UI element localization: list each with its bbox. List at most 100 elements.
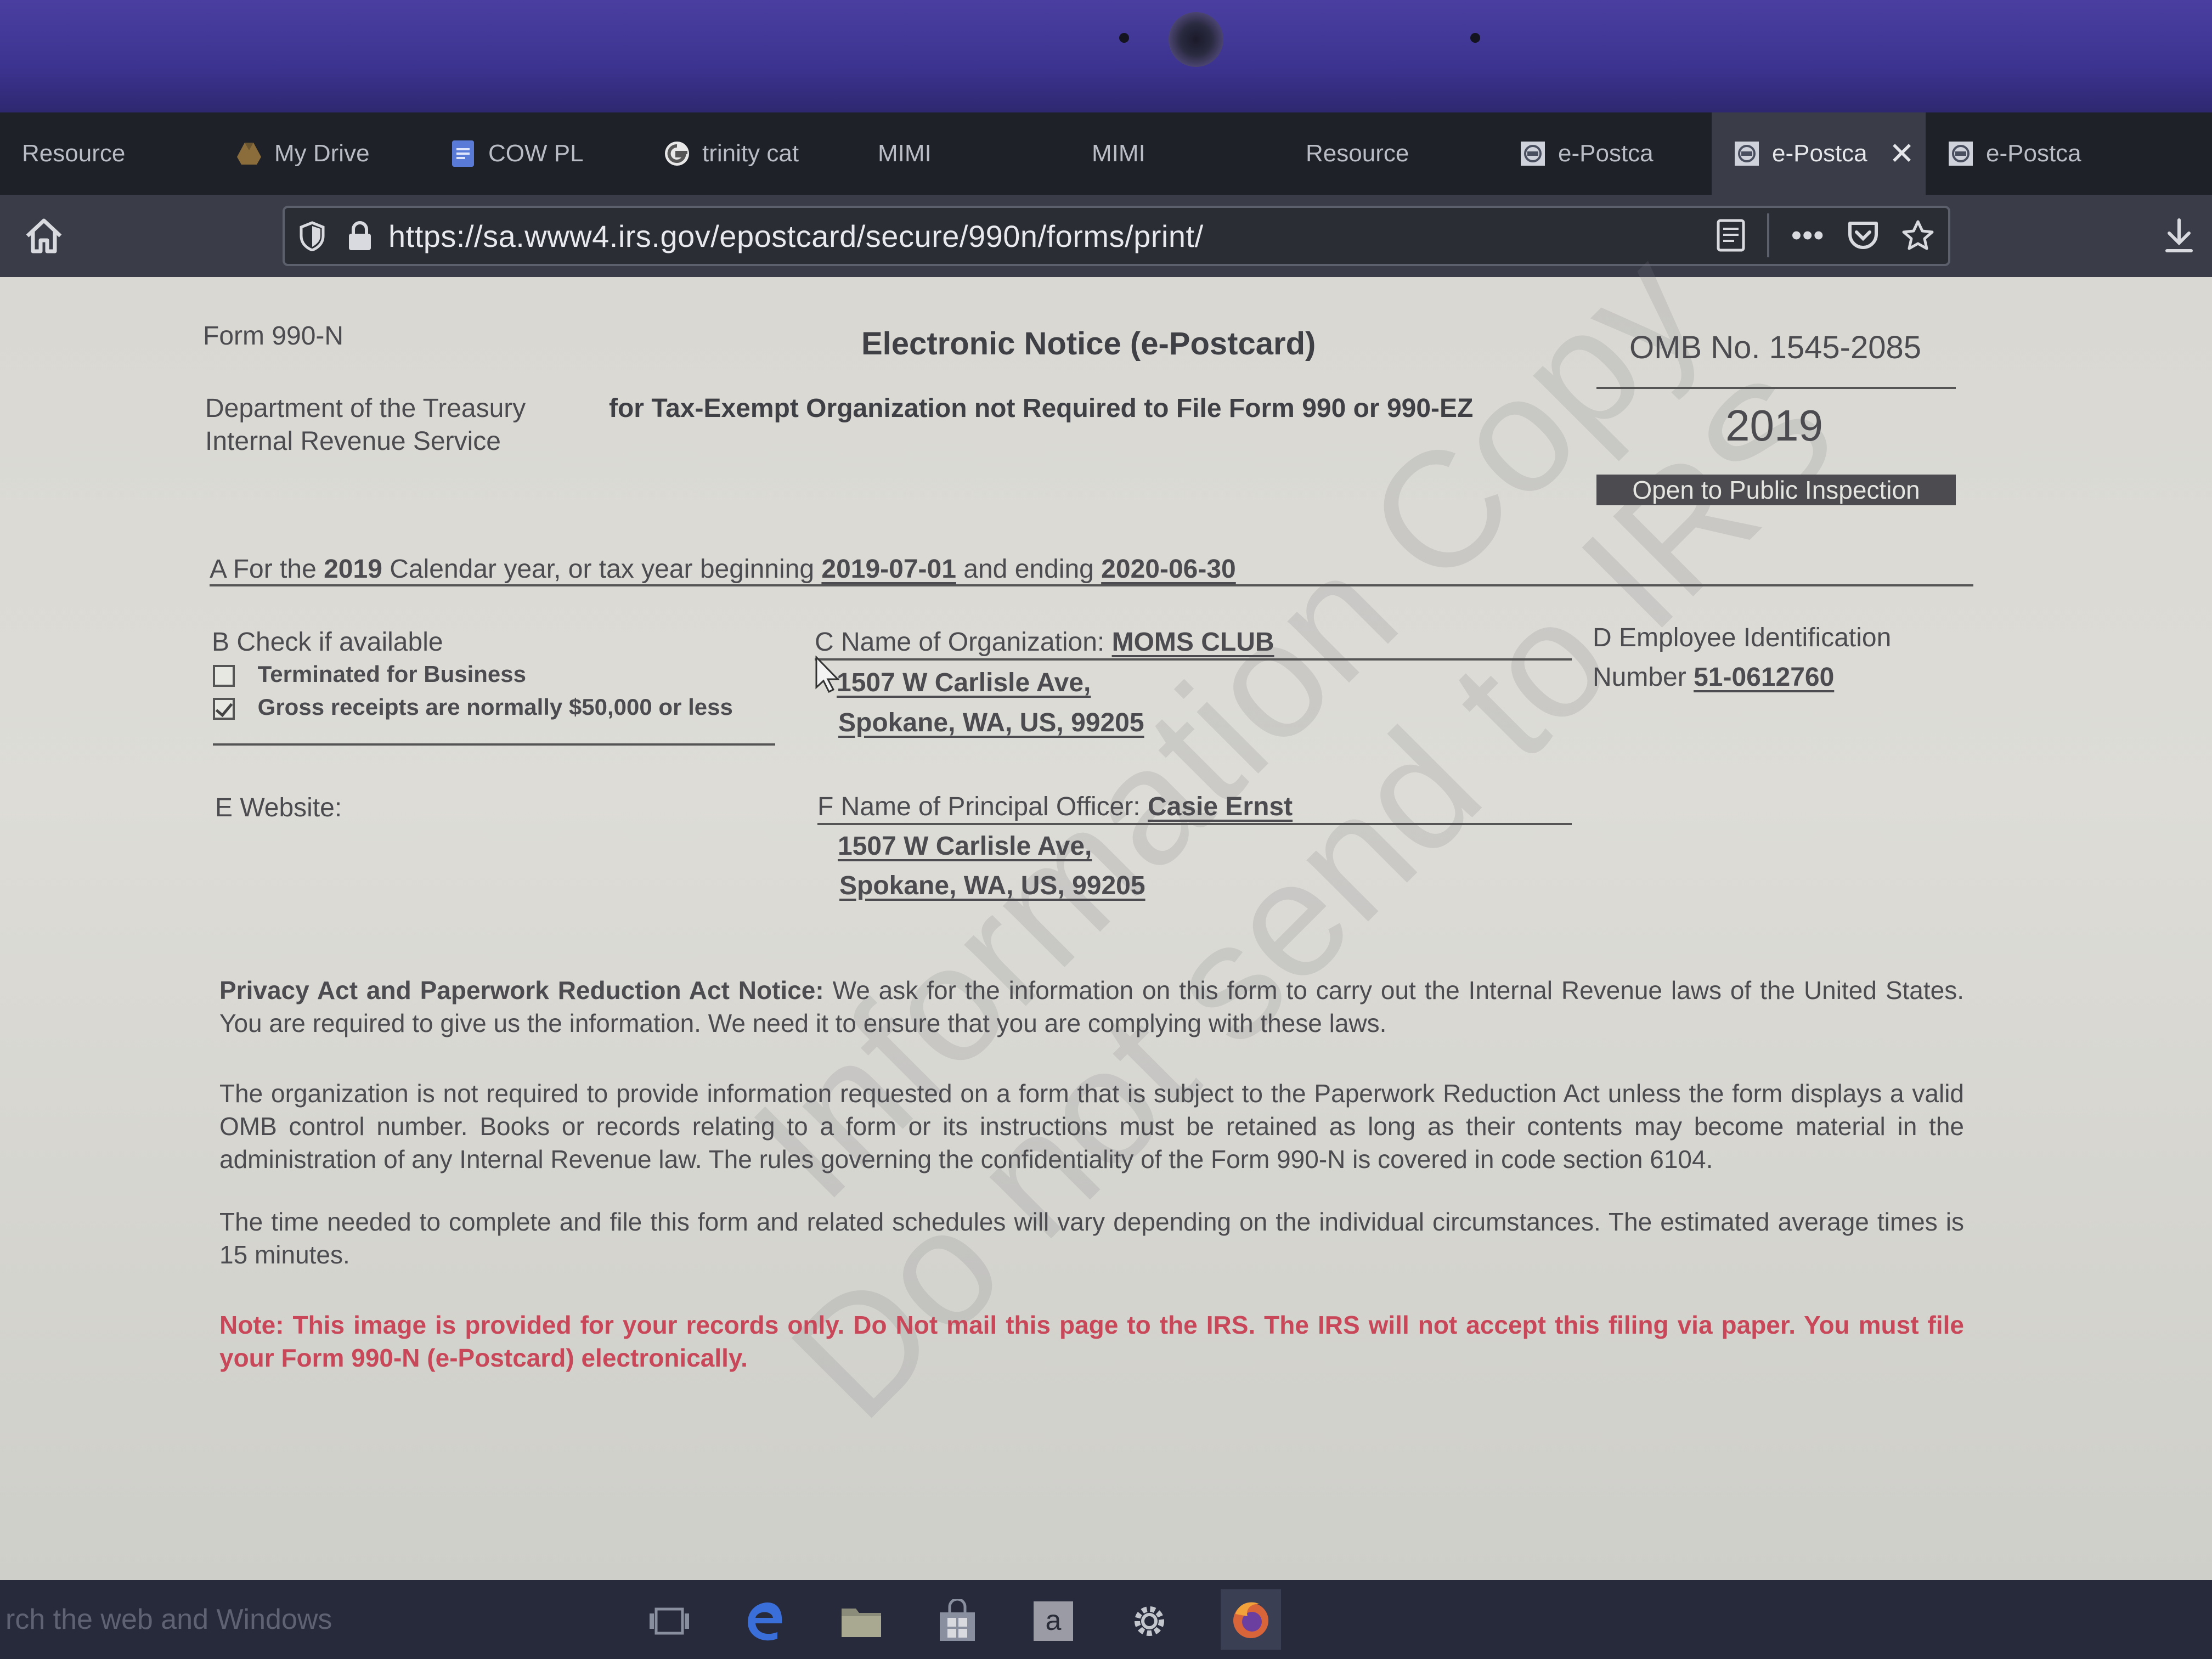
gross-receipts-checkbox[interactable] [213, 697, 235, 720]
navigation-toolbar: https://sa.www4.irs.gov/epostcard/secure… [0, 195, 2212, 277]
ein-row: Number 51-0612760 [1593, 662, 1834, 692]
google-docs-icon [450, 140, 476, 167]
section-d-label: D Employee Identification [1593, 623, 1892, 652]
principal-officer-name: Casie Ernst [1147, 792, 1293, 821]
page-actions-icon[interactable]: ••• [1791, 219, 1825, 252]
line-a-and-ending: and ending [963, 555, 1094, 584]
bezel-sensor [1119, 33, 1129, 43]
line-a-prefix: A For the [210, 555, 317, 584]
google-icon [664, 140, 690, 167]
organization-address-1: 1507 W Carlisle Ave, [837, 668, 1091, 697]
form-990n-page: Information Copy Do not send to IRS Form… [0, 217, 2212, 1580]
address-bar[interactable]: https://sa.www4.irs.gov/epostcard/secure… [283, 206, 1950, 266]
divider [1596, 387, 1956, 389]
tab-epostcard-3[interactable]: e-Postca [1926, 112, 2140, 195]
omb-number: OMB No. 1545-2085 [1629, 330, 1921, 365]
terminated-row: Terminated for Business [213, 661, 526, 687]
organization-address-2: Spokane, WA, US, 99205 [838, 708, 1144, 737]
tab-label: Resource [22, 140, 126, 167]
svg-text:a: a [1046, 1605, 1062, 1637]
tax-year: 2019 [1725, 401, 1823, 450]
bezel-sensor [1470, 33, 1480, 43]
organization-name: MOMS CLUB [1111, 628, 1274, 657]
tax-year-end: 2020-06-30 [1101, 555, 1236, 584]
department-line-2: Internal Revenue Service [205, 427, 501, 456]
gross-receipts-row: Gross receipts are normally $50,000 or l… [213, 694, 733, 720]
tab-mimi-2[interactable]: MIMI [1070, 112, 1284, 195]
tab-label: Resource [1306, 140, 1409, 167]
tab-label: e-Postca [1772, 140, 1867, 167]
google-drive-icon [236, 140, 262, 167]
privacy-heading: Privacy Act and Paperwork Reduction Act … [219, 976, 824, 1005]
firefox-icon[interactable] [1221, 1589, 1281, 1650]
tab-trinity[interactable]: trinity cat [642, 112, 856, 195]
laptop-bezel [0, 0, 2212, 112]
tab-label: MIMI [878, 140, 932, 167]
download-icon[interactable] [2163, 217, 2196, 255]
tab-label: My Drive [274, 140, 370, 167]
irs-seal-icon [1520, 140, 1546, 167]
privacy-notice: Privacy Act and Paperwork Reduction Act … [219, 974, 1964, 1040]
tab-epostcard-1[interactable]: e-Postca [1498, 112, 1712, 195]
officer-address-2: Spokane, WA, US, 99205 [839, 871, 1146, 900]
reader-view-icon[interactable] [1717, 219, 1745, 252]
line-a-year: 2019 [324, 555, 382, 584]
ein-label: Number [1593, 663, 1686, 692]
divider [210, 584, 1973, 586]
tab-cow-plan[interactable]: COW PL [428, 112, 642, 195]
website-label: E Website: [215, 793, 342, 822]
section-f-row: F Name of Principal Officer: Casie Ernst [817, 792, 1293, 822]
url-text[interactable]: https://sa.www4.irs.gov/epostcard/secure… [388, 218, 1204, 254]
tax-year-begin: 2019-07-01 [821, 555, 956, 584]
irs-seal-icon [1948, 140, 1974, 167]
bookmark-star-icon[interactable] [1901, 219, 1934, 251]
section-b-label: B Check if available [212, 628, 443, 657]
form-number: Form 990-N [203, 321, 344, 351]
tab-label: e-Postca [1986, 140, 2081, 167]
file-explorer-icon[interactable] [837, 1596, 886, 1646]
form-subtitle: for Tax-Exempt Organization not Required… [609, 394, 1474, 423]
amazon-icon[interactable]: a [1029, 1596, 1078, 1646]
section-c-row: C Name of Organization: MOMS CLUB [815, 627, 1274, 657]
lock-icon[interactable] [348, 221, 372, 251]
tab-label: trinity cat [702, 140, 799, 167]
time-estimate-notice: The time needed to complete and file thi… [219, 1207, 1964, 1269]
mouse-cursor-icon [815, 655, 840, 697]
section-f-label: F Name of Principal Officer: [817, 792, 1141, 821]
divider [213, 743, 775, 746]
tracking-protection-shield-icon[interactable] [298, 221, 326, 251]
tab-label: MIMI [1092, 140, 1146, 167]
tab-label: e-Postca [1558, 140, 1654, 167]
terminated-label: Terminated for Business [257, 661, 527, 687]
edge-icon[interactable] [741, 1596, 790, 1646]
store-icon[interactable] [933, 1596, 982, 1646]
settings-icon[interactable] [1125, 1596, 1174, 1646]
pocket-icon[interactable] [1847, 220, 1880, 251]
divider [1767, 213, 1770, 257]
home-icon[interactable] [22, 214, 66, 258]
divider [817, 823, 1572, 825]
task-view-icon[interactable] [645, 1596, 694, 1646]
terminated-checkbox[interactable] [213, 664, 235, 687]
ein-value: 51-0612760 [1694, 663, 1835, 692]
divider [815, 658, 1572, 661]
public-inspection-badge: Open to Public Inspection [1596, 475, 1956, 505]
line-a-middle: Calendar year, or tax year beginning [390, 555, 815, 584]
windows-taskbar: rch the web and Windows a [0, 1580, 2212, 1659]
webcam [1169, 12, 1223, 67]
department-line-1: Department of the Treasury [205, 394, 526, 423]
tab-bar: Resource My Drive COW PL trinity cat MIM… [0, 112, 2212, 195]
tab-mimi-1[interactable]: MIMI [856, 112, 1070, 195]
form-title: Electronic Notice (e-Postcard) [861, 326, 1316, 362]
paperwork-notice: The organization is not required to prov… [219, 1079, 1964, 1173]
irs-seal-icon [1734, 140, 1760, 167]
tab-resource-2[interactable]: Resource [1284, 112, 1498, 195]
paper-filing-note: Note: This image is provided for your re… [219, 1311, 1964, 1372]
tab-my-drive[interactable]: My Drive [214, 112, 428, 195]
tab-resource-1[interactable]: Resource [0, 112, 214, 195]
tab-label: COW PL [488, 140, 584, 167]
section-c-label: C Name of Organization: [815, 628, 1105, 657]
close-tab-icon[interactable]: ✕ [1889, 136, 1915, 172]
windows-search-box[interactable]: rch the web and Windows [0, 1580, 614, 1659]
tab-epostcard-active[interactable]: e-Postca ✕ [1712, 112, 1926, 195]
